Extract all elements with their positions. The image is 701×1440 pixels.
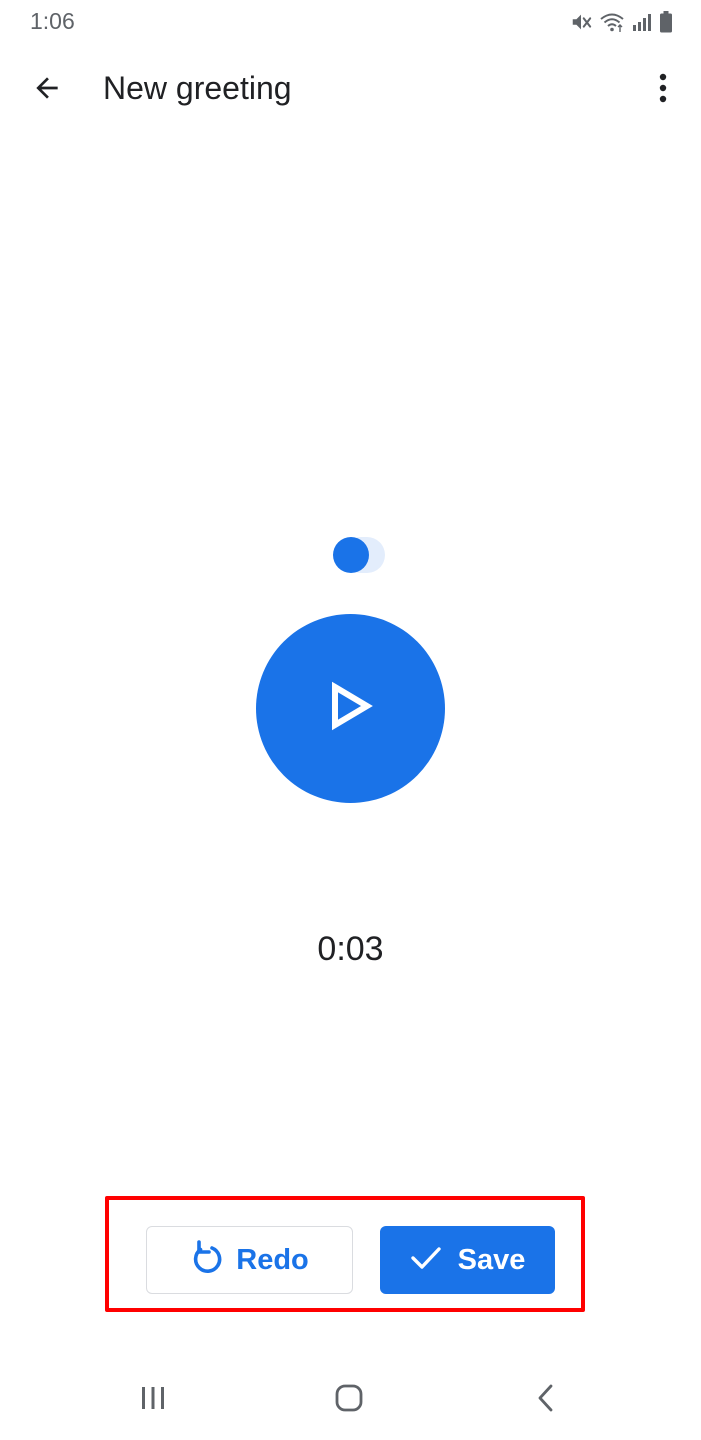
mute-icon — [570, 11, 592, 33]
check-icon — [410, 1245, 442, 1276]
battery-icon — [659, 11, 673, 33]
arrow-back-icon — [31, 72, 63, 109]
back-icon — [535, 1383, 557, 1418]
home-icon — [334, 1383, 364, 1418]
status-icons — [570, 9, 673, 35]
recents-button[interactable] — [123, 1372, 183, 1428]
home-button[interactable] — [319, 1372, 379, 1428]
play-button[interactable] — [256, 614, 445, 803]
save-button[interactable]: Save — [380, 1226, 555, 1294]
status-time: 1:06 — [30, 8, 75, 34]
redo-label: Redo — [236, 1243, 309, 1276]
recents-icon — [139, 1384, 167, 1417]
elapsed-time: 0:03 — [317, 930, 384, 968]
system-back-button[interactable] — [516, 1372, 576, 1428]
app-bar: New greeting — [0, 52, 701, 128]
signal-icon — [632, 12, 652, 32]
status-bar: 1:06 — [0, 0, 701, 44]
redo-icon — [190, 1239, 224, 1281]
progress-knob[interactable] — [333, 537, 369, 573]
system-nav-bar — [0, 1360, 701, 1440]
save-label: Save — [457, 1243, 526, 1276]
playback-progress-indicator[interactable] — [333, 537, 385, 573]
wifi-icon — [599, 11, 625, 33]
more-vert-icon — [658, 73, 668, 108]
back-button[interactable] — [18, 61, 76, 119]
redo-button[interactable]: Redo — [146, 1226, 353, 1294]
page-title: New greeting — [103, 70, 292, 106]
play-icon — [328, 681, 374, 736]
more-options-button[interactable] — [640, 61, 686, 119]
